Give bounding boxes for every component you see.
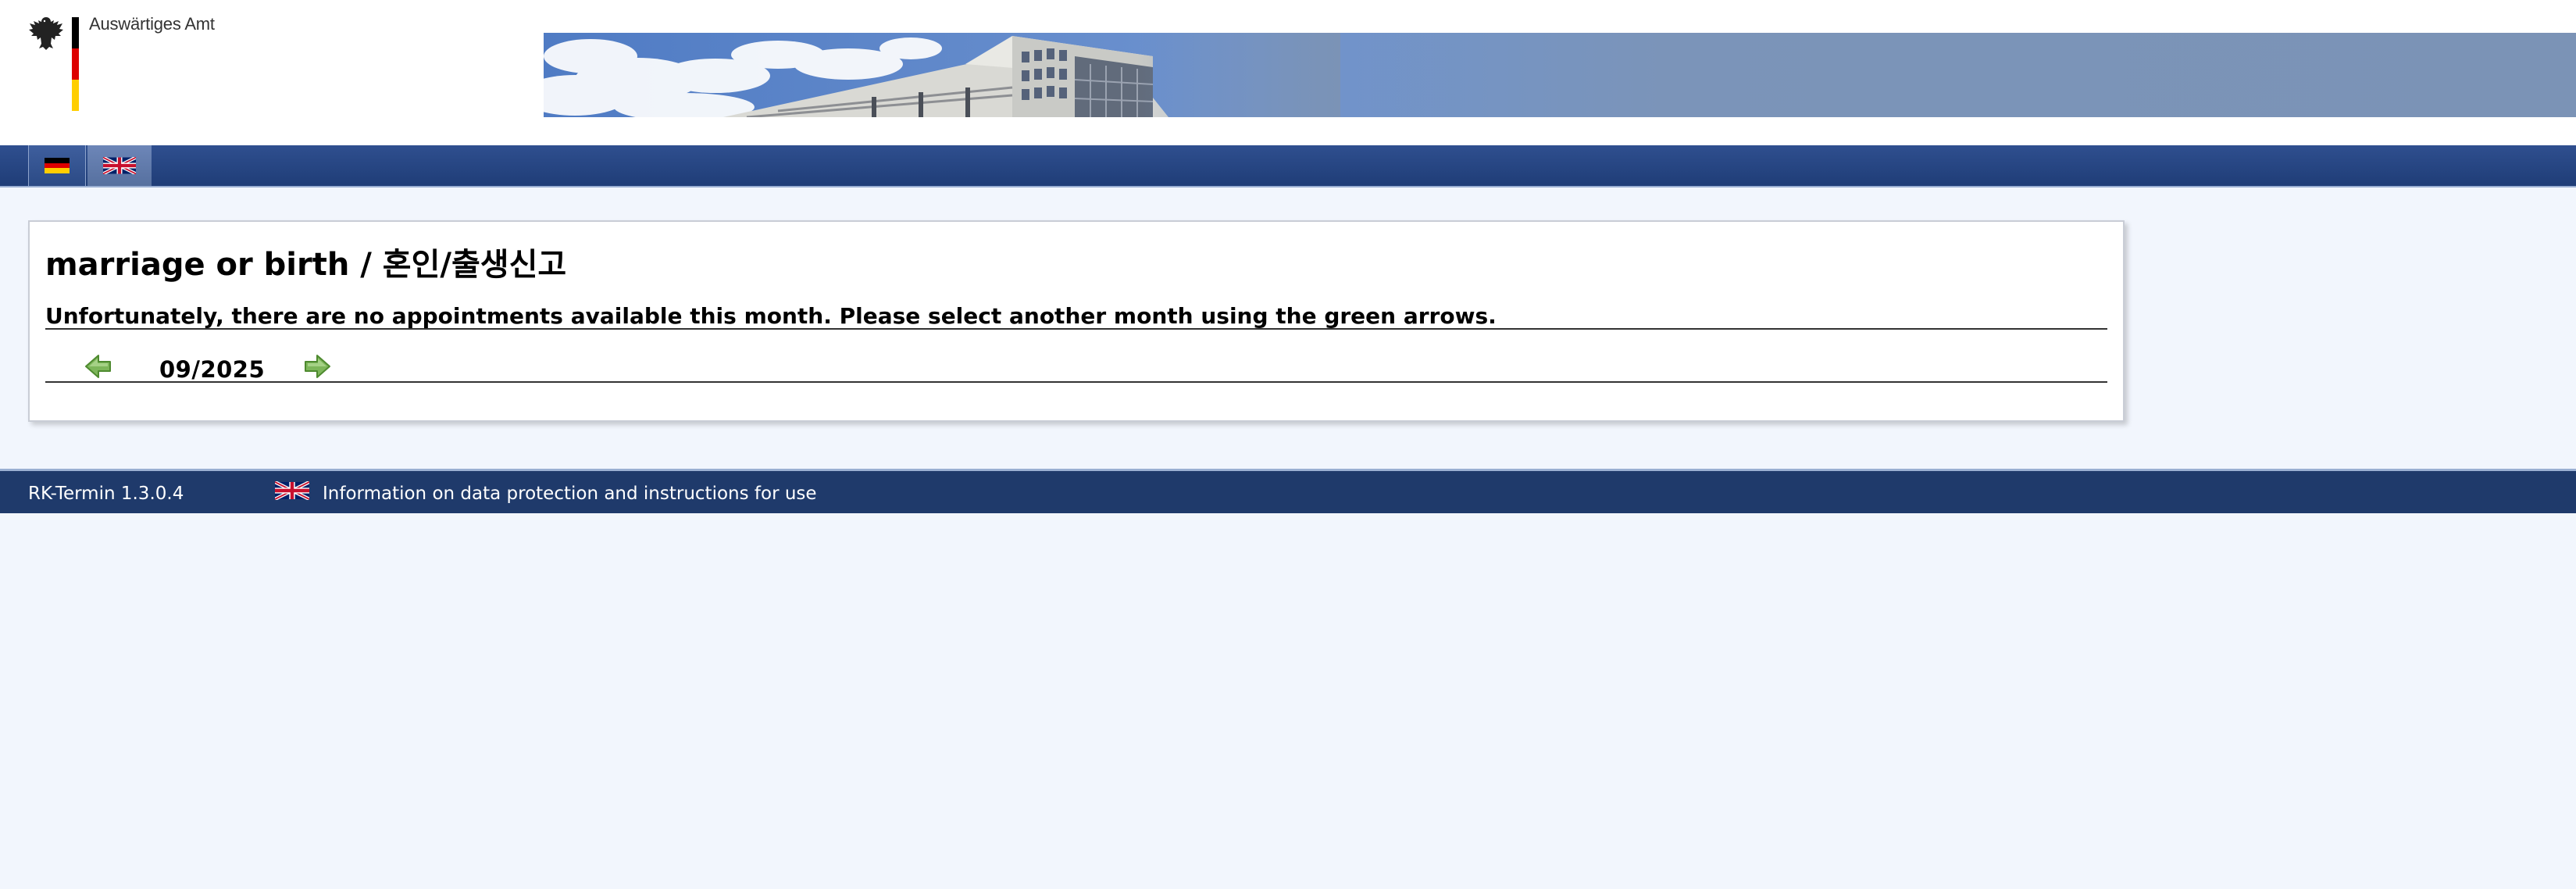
page-header: Auswärtiges Amt xyxy=(0,0,2576,145)
privacy-info-link[interactable]: Information on data protection and instr… xyxy=(323,484,817,504)
building-banner xyxy=(544,33,2576,117)
divider-top xyxy=(45,328,2107,330)
logo-text: Auswärtiges Amt xyxy=(89,14,215,34)
version-label: RK-Termin 1.3.0.4 xyxy=(28,484,184,504)
federal-eagle-icon xyxy=(29,17,63,50)
page-footer: RK-Termin 1.3.0.4 Information on data pr… xyxy=(0,469,2576,513)
divider-bottom xyxy=(45,381,2107,383)
auswaertiges-amt-logo[interactable]: Auswärtiges Amt xyxy=(27,14,230,112)
uk-flag-icon[interactable] xyxy=(275,481,309,500)
language-tab-german[interactable] xyxy=(28,145,86,186)
page-title: marriage or birth / 혼인/출생신고 xyxy=(45,247,567,283)
german-flag-icon xyxy=(45,158,70,173)
uk-flag-icon xyxy=(103,157,136,174)
language-bar xyxy=(0,145,2576,187)
current-month: 09/2025 xyxy=(159,356,266,383)
green-arrow-left-icon[interactable] xyxy=(84,353,112,380)
language-tab-english[interactable] xyxy=(87,145,152,186)
green-arrow-right-icon[interactable] xyxy=(303,353,331,380)
no-appointments-message: Unfortunately, there are no appointments… xyxy=(45,303,1497,329)
appointment-panel: marriage or birth / 혼인/출생신고 Unfortunatel… xyxy=(28,220,2125,422)
german-flag-stripe xyxy=(72,17,79,111)
